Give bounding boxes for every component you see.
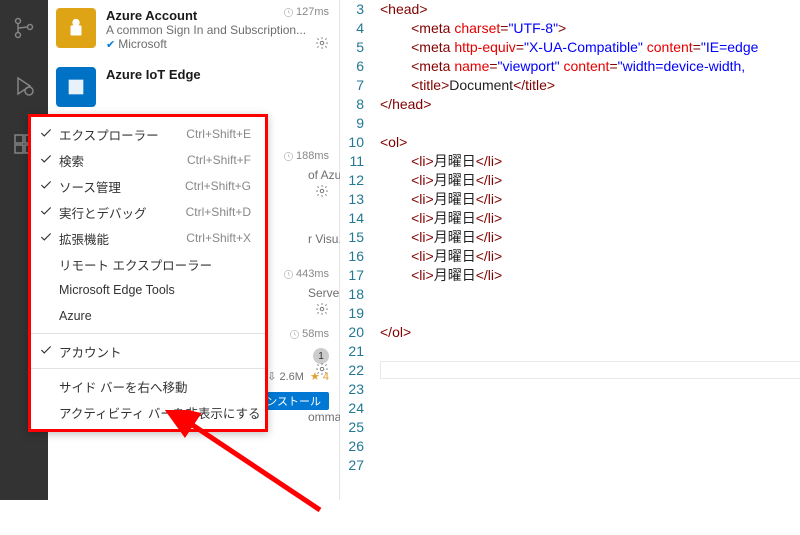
source-control-icon[interactable] bbox=[0, 8, 48, 48]
menu-item-label: ソース管理 bbox=[59, 177, 185, 196]
menu-separator bbox=[31, 368, 265, 369]
menu-item-label: 拡張機能 bbox=[59, 229, 186, 248]
menu-item-label: アカウント bbox=[59, 342, 251, 361]
menu-item-label: サイド バーを右へ移動 bbox=[59, 377, 251, 396]
menu-item[interactable]: Azure bbox=[31, 303, 265, 329]
menu-item-label: 実行とデバッグ bbox=[59, 203, 186, 222]
check-icon bbox=[39, 126, 53, 140]
menu-item[interactable]: アクティビティ バーを非表示にする bbox=[31, 399, 265, 425]
check-icon bbox=[39, 178, 53, 192]
menu-item[interactable]: アカウント bbox=[31, 338, 265, 364]
menu-item-shortcut: Ctrl+Shift+E bbox=[186, 127, 251, 141]
menu-item-shortcut: Ctrl+Shift+X bbox=[186, 231, 251, 245]
gear-icon[interactable] bbox=[315, 36, 329, 53]
check-icon bbox=[39, 230, 53, 244]
run-debug-icon[interactable] bbox=[0, 66, 48, 106]
check-icon bbox=[39, 152, 53, 166]
extension-icon bbox=[56, 8, 96, 48]
menu-item-shortcut: Ctrl+Shift+G bbox=[185, 179, 251, 193]
extension-load-time: 443ms bbox=[283, 268, 329, 280]
menu-item[interactable]: リモート エクスプローラー bbox=[31, 251, 265, 277]
extension-title: Azure IoT Edge bbox=[106, 67, 329, 82]
menu-item-label: Microsoft Edge Tools bbox=[59, 283, 251, 297]
menu-item-shortcut: Ctrl+Shift+D bbox=[186, 205, 251, 219]
activity-bar-context-menu: エクスプローラーCtrl+Shift+E検索Ctrl+Shift+Fソース管理C… bbox=[28, 114, 268, 432]
menu-item[interactable]: 実行とデバッグCtrl+Shift+D bbox=[31, 199, 265, 225]
extension-load-time: 127ms bbox=[283, 6, 329, 18]
menu-item-label: リモート エクスプローラー bbox=[59, 255, 251, 274]
menu-item[interactable]: 拡張機能Ctrl+Shift+X bbox=[31, 225, 265, 251]
menu-item[interactable]: エクスプローラーCtrl+Shift+E bbox=[31, 121, 265, 147]
menu-item[interactable]: サイド バーを右へ移動 bbox=[31, 373, 265, 399]
menu-item[interactable]: ソース管理Ctrl+Shift+G bbox=[31, 173, 265, 199]
extension-description: A common Sign In and Subscription... bbox=[106, 23, 329, 37]
menu-separator bbox=[31, 333, 265, 334]
code-content: <head> <meta charset="UTF-8"> <meta http… bbox=[380, 0, 800, 475]
extension-load-time: 188ms bbox=[283, 150, 329, 162]
check-icon bbox=[39, 343, 53, 357]
menu-item-label: 検索 bbox=[59, 151, 187, 170]
extension-stats: ⇩ 2.6M★ 4 bbox=[267, 370, 329, 383]
menu-item[interactable]: 検索Ctrl+Shift+F bbox=[31, 147, 265, 173]
menu-item-label: エクスプローラー bbox=[59, 125, 186, 144]
extension-load-time: 58ms bbox=[289, 328, 329, 340]
extension-icon bbox=[56, 67, 96, 107]
extension-publisher: ✔Microsoft bbox=[106, 37, 329, 51]
menu-item-shortcut: Ctrl+Shift+F bbox=[187, 153, 251, 167]
line-number-gutter: 3456789101112131415161718192021222324252… bbox=[340, 0, 374, 475]
check-icon bbox=[39, 204, 53, 218]
menu-item-label: アクティビティ バーを非表示にする bbox=[59, 403, 260, 422]
menu-item[interactable]: Microsoft Edge Tools bbox=[31, 277, 265, 303]
extension-item[interactable]: Azure Account A common Sign In and Subsc… bbox=[48, 0, 339, 59]
extension-item[interactable]: Azure IoT Edge bbox=[48, 59, 339, 115]
code-editor[interactable]: 3456789101112131415161718192021222324252… bbox=[340, 0, 800, 500]
menu-item-label: Azure bbox=[59, 309, 251, 323]
